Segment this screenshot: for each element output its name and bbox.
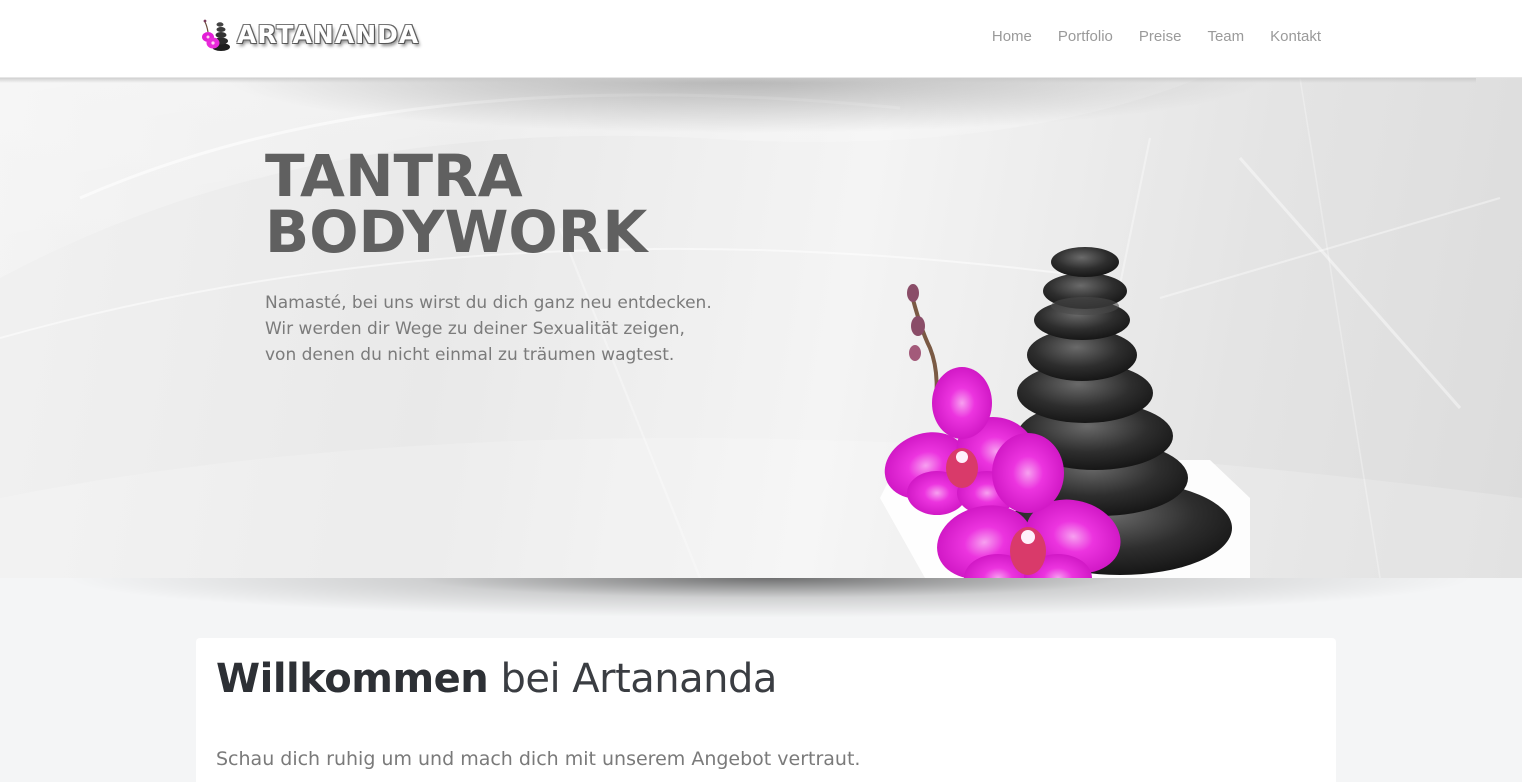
nav-item-preise[interactable]: Preise [1126,28,1195,45]
orchid-and-stones-illustration [880,247,1250,578]
welcome-heading: Willkommen bei Artananda [216,656,777,702]
welcome-subline: Schau dich ruhig um und mach dich mit un… [216,748,861,770]
hero-title-line1: TANTRA [265,142,523,210]
navbar: ARTANANDA Home Portfolio Preise Team Kon… [0,0,1522,78]
hero-background-decoration [0,78,1522,578]
hero-text-line: Wir werden dir Wege zu deiner Sexualität… [265,319,685,339]
hero-title: TANTRA BODYWORK [265,142,648,266]
welcome-heading-light: bei Artananda [488,656,777,702]
hero-text-line: Namasté, bei uns wirst du dich ganz neu … [265,293,712,313]
orchid-stones-icon [202,19,230,51]
hero-text-line: von denen du nicht einmal zu träumen wag… [265,345,675,365]
brand-name: ARTANANDA [237,19,420,49]
hero-top-shadow [180,78,1310,138]
hero-intro-text: Namasté, bei uns wirst du dich ganz neu … [265,290,745,368]
nav-item-home[interactable]: Home [979,28,1045,45]
hero-bottom-shadow [60,578,1480,618]
hero-title-line2: BODYWORK [265,198,648,266]
hero-banner: TANTRA BODYWORK Namasté, bei uns wirst d… [0,78,1522,578]
nav-item-kontakt[interactable]: Kontakt [1257,28,1334,45]
main-nav: Home Portfolio Preise Team Kontakt [979,0,1334,72]
welcome-heading-bold: Willkommen [216,656,489,702]
brand-logo-link[interactable]: ARTANANDA [199,16,419,52]
nav-item-portfolio[interactable]: Portfolio [1045,28,1126,45]
nav-item-team[interactable]: Team [1194,28,1257,45]
welcome-card: Willkommen bei Artananda Schau dich ruhi… [196,638,1336,782]
